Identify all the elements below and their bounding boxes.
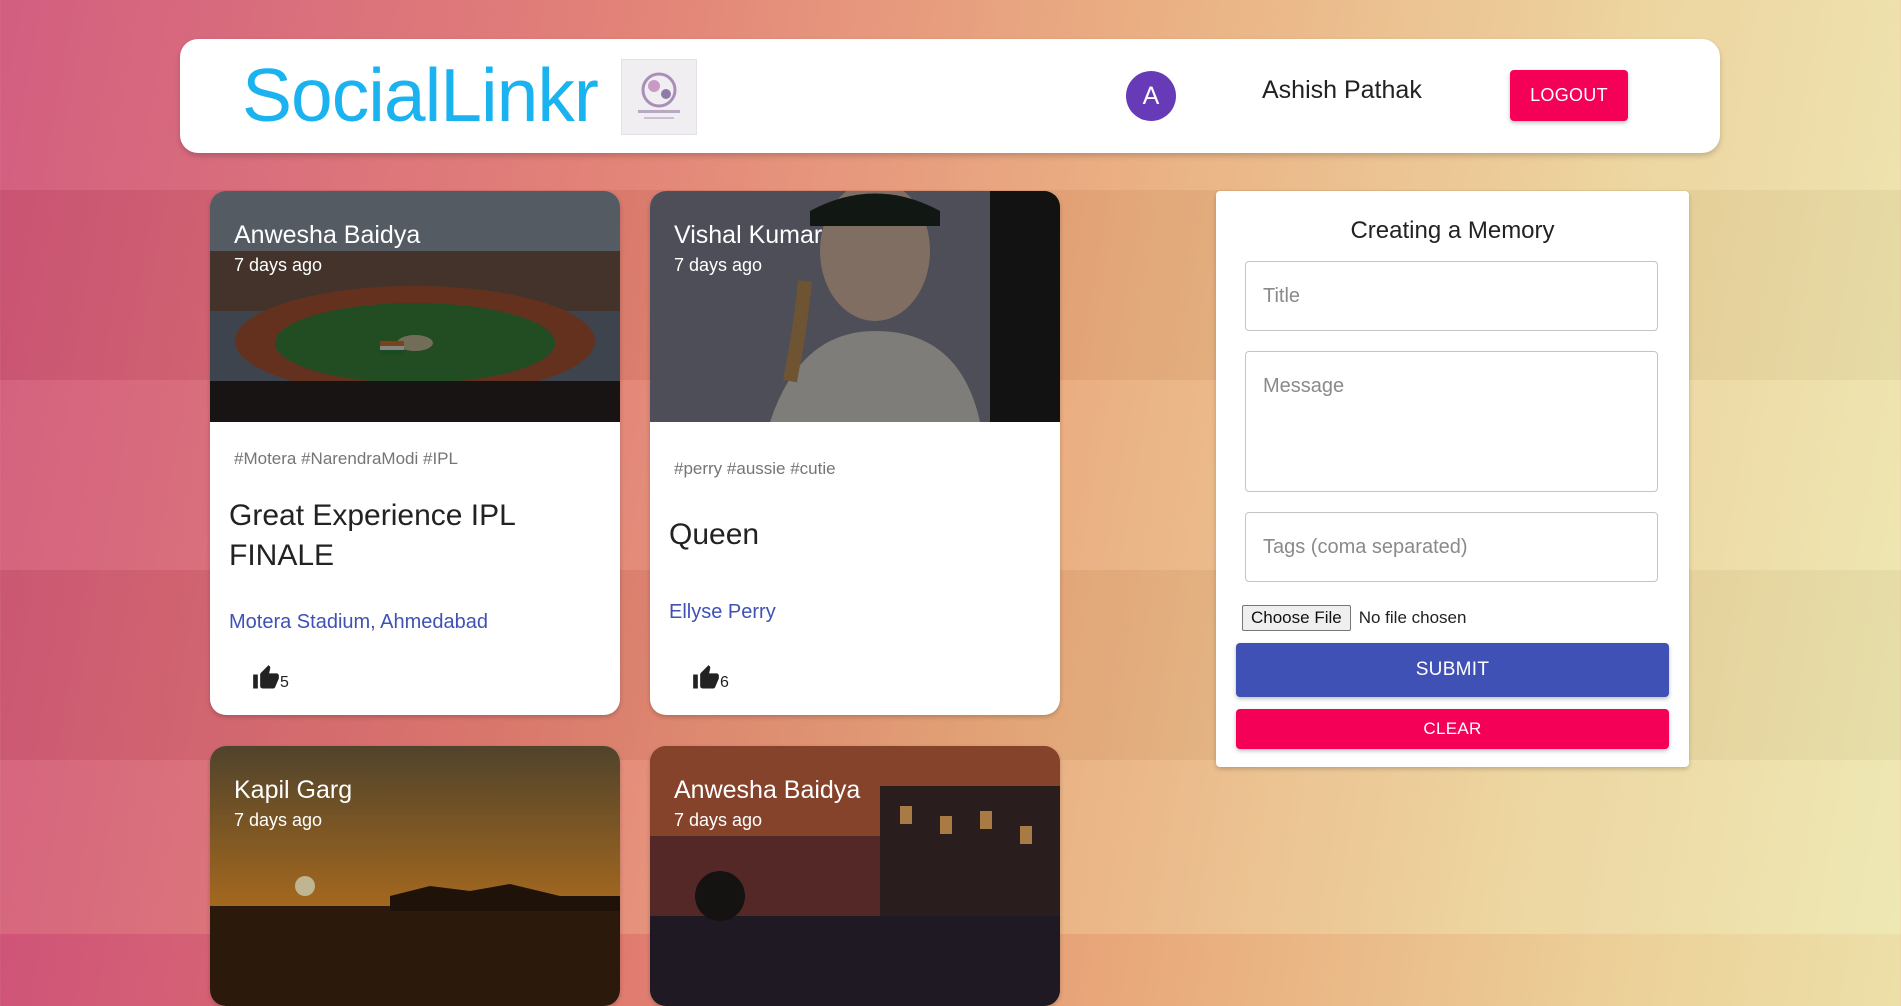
- post-tags: #perry #aussie #cutie: [674, 459, 836, 478]
- like-count: 6: [720, 674, 729, 691]
- form-heading: Creating a Memory: [1350, 217, 1555, 244]
- post-title: Great Experience IPL FINALE: [229, 499, 515, 572]
- post-time: 7 days ago: [674, 255, 763, 275]
- post-card: Anwesha Baidya 7 days ago: [650, 746, 1060, 1006]
- post-card: Vishal Kumar 7 days ago #perry #aussie #…: [650, 191, 1060, 715]
- like-button[interactable]: 5: [252, 664, 289, 692]
- brand-logo-image: [621, 59, 697, 135]
- brand-title[interactable]: SocialLinkr: [242, 55, 599, 135]
- tags-input[interactable]: [1245, 512, 1658, 582]
- thumb-up-icon: [253, 665, 279, 689]
- post-image-sunset: Kapil Garg 7 days ago: [210, 746, 620, 1006]
- post-image-cricketer: Vishal Kumar 7 days ago: [650, 191, 1060, 422]
- post-title: Queen: [669, 518, 760, 551]
- message-input[interactable]: [1245, 351, 1658, 492]
- app-bar: SocialLinkr A Ashish Pathak LOGOUT: [180, 39, 1720, 153]
- post-time: 7 days ago: [234, 255, 323, 275]
- post-message: Motera Stadium, Ahmedabad: [229, 611, 489, 633]
- avatar[interactable]: A: [1126, 71, 1176, 121]
- post-time: 7 days ago: [674, 810, 763, 830]
- post-image-stadium: Anwesha Baidya 7 days ago: [210, 191, 620, 422]
- file-status: No file chosen: [1358, 608, 1467, 627]
- clear-button[interactable]: CLEAR: [1236, 709, 1669, 749]
- post-card: Kapil Garg 7 days ago: [210, 746, 620, 1006]
- post-card: Anwesha Baidya 7 days ago #Motera #Naren…: [210, 191, 620, 715]
- logout-button[interactable]: LOGOUT: [1510, 70, 1628, 121]
- post-image-canal-city: Anwesha Baidya 7 days ago: [650, 746, 1060, 1006]
- post-author: Anwesha Baidya: [674, 776, 861, 804]
- file-picker: Choose File No file chosen: [1242, 605, 1466, 631]
- post-author: Anwesha Baidya: [234, 221, 421, 249]
- submit-button[interactable]: SUBMIT: [1236, 643, 1669, 697]
- create-memory-form: Creating a Memory Choose File No file ch…: [1216, 191, 1689, 767]
- post-author: Vishal Kumar: [674, 221, 823, 249]
- post-message: Ellyse Perry: [669, 601, 776, 623]
- post-author: Kapil Garg: [234, 776, 353, 804]
- user-name: Ashish Pathak: [1262, 76, 1422, 104]
- like-button[interactable]: 6: [692, 664, 729, 692]
- post-tags: #Motera #NarendraModi #IPL: [234, 449, 458, 468]
- thumb-up-icon: [693, 665, 719, 689]
- like-count: 5: [280, 674, 289, 691]
- choose-file-button[interactable]: Choose File: [1242, 605, 1351, 631]
- post-time: 7 days ago: [234, 810, 323, 830]
- title-input[interactable]: [1245, 261, 1658, 331]
